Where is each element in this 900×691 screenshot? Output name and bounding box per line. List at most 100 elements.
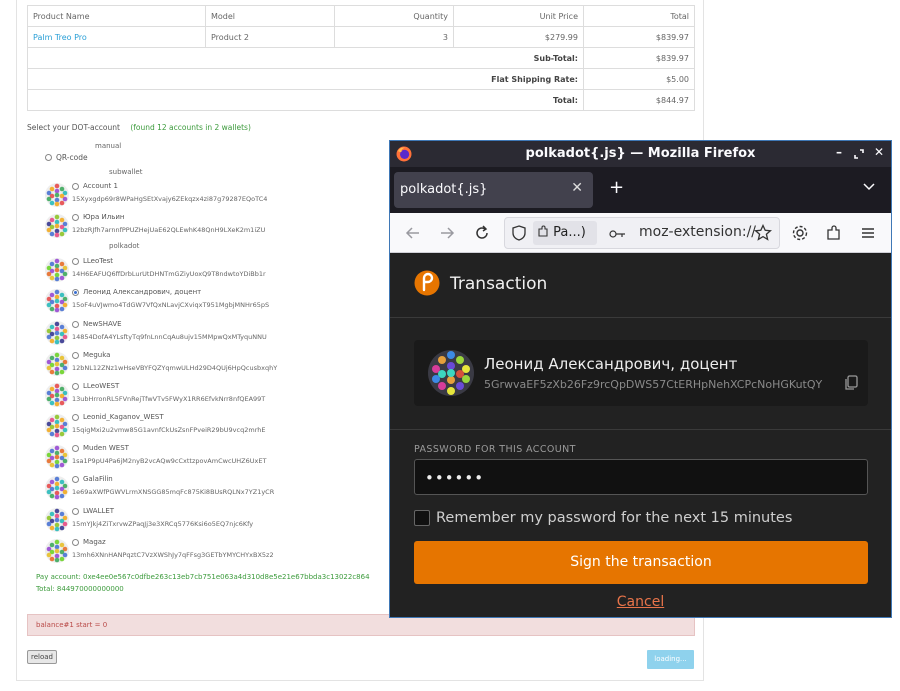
qr-code-radio[interactable] xyxy=(45,154,52,161)
account-identicon xyxy=(45,508,69,532)
account-option[interactable]: LWALLET 15mYJkj4ZiTxrvwZPaqJj3e3XRCq5776K… xyxy=(45,505,375,535)
minimize-icon[interactable]: – xyxy=(836,145,842,159)
account-name-line: GalaFilin xyxy=(72,475,113,483)
sign-transaction-button[interactable]: Sign the transaction xyxy=(414,541,868,584)
list-tabs-chevron-icon[interactable] xyxy=(862,179,876,193)
account-address: 12bzRJfh7arnnfPPUZHejUaE62QLEwhK48QnH9LX… xyxy=(72,226,266,234)
account-option[interactable]: Magaz 13mh6XNnHANPqztC7VzXWShJy7qFFsg3GET… xyxy=(45,536,375,566)
extensions-icon[interactable] xyxy=(825,224,843,242)
account-name: NewSHAVE xyxy=(83,320,122,328)
remember-password-checkbox[interactable] xyxy=(414,510,430,526)
account-radio[interactable] xyxy=(72,413,79,421)
account-radio[interactable] xyxy=(72,182,79,190)
polkadot-logo-icon xyxy=(414,270,440,296)
header-title: Transaction xyxy=(450,274,548,294)
firefox-window: polkadot{.js} — Mozilla Firefox – ✕ polk… xyxy=(389,140,892,618)
account-address: 13ubHrronRL5FVnRejTfwVTv5FWyX1RR6EfvkNrr… xyxy=(72,395,266,403)
reload-button[interactable]: reload xyxy=(27,650,57,664)
key-icon[interactable] xyxy=(609,228,627,240)
account-name: Юра Ильин xyxy=(83,213,125,221)
forward-arrow-icon[interactable] xyxy=(438,224,456,242)
close-tab-icon[interactable]: ✕ xyxy=(571,180,583,196)
maximize-icon[interactable] xyxy=(854,149,864,159)
account-name-line: NewSHAVE xyxy=(72,320,122,328)
transaction-header: Transaction xyxy=(390,254,891,318)
cancel-link[interactable]: Cancel xyxy=(390,594,891,610)
account-radio[interactable] xyxy=(72,475,79,483)
window-title: polkadot{.js} — Mozilla Firefox xyxy=(525,146,756,161)
total-row: Total: $844.97 xyxy=(27,89,695,111)
account-name-line: Meguka xyxy=(72,351,110,359)
shipping-label: Flat Shipping Rate: xyxy=(27,68,584,90)
qr-code-option[interactable]: QR-code xyxy=(45,153,88,162)
account-option[interactable]: NewSHAVE 14854DofA4YLsftyTq9fnLnnCqAu8ujv… xyxy=(45,318,375,348)
account-radio[interactable] xyxy=(72,382,79,390)
account-name-line: Magaz xyxy=(72,538,106,546)
bookmark-star-icon[interactable] xyxy=(754,224,772,242)
account-identicon xyxy=(45,476,69,500)
new-tab-icon[interactable]: + xyxy=(609,177,624,198)
settings-gear-icon[interactable] xyxy=(791,224,809,242)
account-address: 1sa1P9pU4Pa6jM2nyB2vcAQw9cCxttzpovAmCwcU… xyxy=(72,457,267,465)
account-identicon xyxy=(45,214,69,238)
tab-polkadot[interactable]: polkadot{.js} ✕ xyxy=(394,172,593,208)
tab-strip: polkadot{.js} ✕ + xyxy=(390,167,891,213)
account-address: 1e69aXWfPGWVLrmXNSGG85mqFc875Ki8BUsRQLNx… xyxy=(72,488,275,496)
account-identicon xyxy=(45,183,69,207)
copy-icon[interactable] xyxy=(844,375,858,391)
account-name-line: Muden WEST xyxy=(72,444,129,452)
account-option[interactable]: Leonid_Kaganov_WEST 15qigMxi2u2vmw85G1avn… xyxy=(45,411,375,441)
order-table: Product Name Model Quantity Unit Price T… xyxy=(27,5,695,111)
account-radio[interactable] xyxy=(72,320,79,328)
account-radio[interactable] xyxy=(72,288,79,296)
total-label: Total: xyxy=(27,89,584,111)
account-address: 14854DofA4YLsftyTq9fnLnnCqAu8ujv15MMpwQx… xyxy=(72,333,267,341)
extension-puzzle-icon xyxy=(538,225,548,237)
account-radio[interactable] xyxy=(72,257,79,265)
account-name: GalaFilin xyxy=(83,475,113,483)
account-address: 5GrwvaEF5zXb26Fz9rcQpDWS57CtERHpNehXCPcN… xyxy=(484,378,823,391)
reload-icon[interactable] xyxy=(473,224,491,242)
balance-alert-text: balance#1 start = 0 xyxy=(36,621,108,629)
remember-password-label: Remember my password for the next 15 min… xyxy=(436,510,793,526)
product-model: Product 2 xyxy=(205,26,335,48)
product-link[interactable]: Palm Treo Pro xyxy=(27,26,206,48)
account-option[interactable]: GalaFilin 1e69aXWfPGWVLrmXNSGG85mqFc875Ki… xyxy=(45,473,375,503)
account-radio[interactable] xyxy=(72,444,79,452)
account-identicon xyxy=(45,414,69,438)
close-window-icon[interactable]: ✕ xyxy=(874,145,884,159)
account-name-line: Leonid_Kaganov_WEST xyxy=(72,413,164,421)
loading-button[interactable]: loading... xyxy=(647,650,694,669)
group-label-manual: manual xyxy=(95,142,122,150)
total-amount-text: Total: 844970000000000 xyxy=(36,585,124,593)
hamburger-menu-icon[interactable] xyxy=(859,224,877,242)
account-radio[interactable] xyxy=(72,351,79,359)
account-option[interactable]: Юра Ильин 12bzRJfh7arnnfPPUZHejUaE62QLEwh… xyxy=(45,211,375,241)
account-radio[interactable] xyxy=(72,213,79,221)
account-option[interactable]: Meguka 12bNL12ZNz1wHseVBYFQZYqmwULHd29D4Q… xyxy=(45,349,375,379)
remember-password-option[interactable]: Remember my password for the next 15 min… xyxy=(414,510,792,526)
identity-pill[interactable]: Pa...) xyxy=(533,221,597,245)
account-identicon xyxy=(45,445,69,469)
account-radio[interactable] xyxy=(72,507,79,515)
account-address: 14H6EAFUQ6ffDrbLurUtDHNTmGZiyUoxQ9T8ndwt… xyxy=(72,270,266,278)
account-identicon xyxy=(45,258,69,282)
account-option[interactable]: LLeoTest 14H6EAFUQ6ffDrbLurUtDHNTmGZiyUox… xyxy=(45,255,375,285)
shield-icon[interactable] xyxy=(512,225,526,241)
account-option[interactable]: Account 1 15Xyxgdp69r8WPaHgSEtXvajy6ZEkqz… xyxy=(45,180,375,210)
back-arrow-icon[interactable] xyxy=(404,224,422,242)
account-name-line: Account 1 xyxy=(72,182,118,190)
account-address: 13mh6XNnHANPqztC7VzXWShJy7qFFsg3GETbYMYC… xyxy=(72,551,274,559)
pay-account-text: Pay account: 0xe4ee0e567c0dfbe263c13eb7c… xyxy=(36,573,370,581)
order-table-header: Product Name Model Quantity Unit Price T… xyxy=(27,5,695,27)
account-name: Muden WEST xyxy=(83,444,129,452)
account-radio[interactable] xyxy=(72,538,79,546)
navigation-toolbar: Pa...) moz-extension:// xyxy=(390,213,891,253)
account-option[interactable]: Muden WEST 1sa1P9pU4Pa6jM2nyB2vcAQw9cCxtt… xyxy=(45,442,375,472)
account-identicon xyxy=(428,350,474,396)
account-option[interactable]: LLeoWEST 13ubHrronRL5FVnRejTfwVTv5FWyX1RR… xyxy=(45,380,375,410)
password-field[interactable]: •••••• xyxy=(414,459,868,495)
url-bar[interactable]: Pa...) moz-extension:// xyxy=(504,217,780,249)
account-option[interactable]: Леонид Александрович, доцент 15oF4uVJwmo4… xyxy=(45,286,375,316)
subtotal-row: Sub-Total: $839.97 xyxy=(27,47,695,69)
